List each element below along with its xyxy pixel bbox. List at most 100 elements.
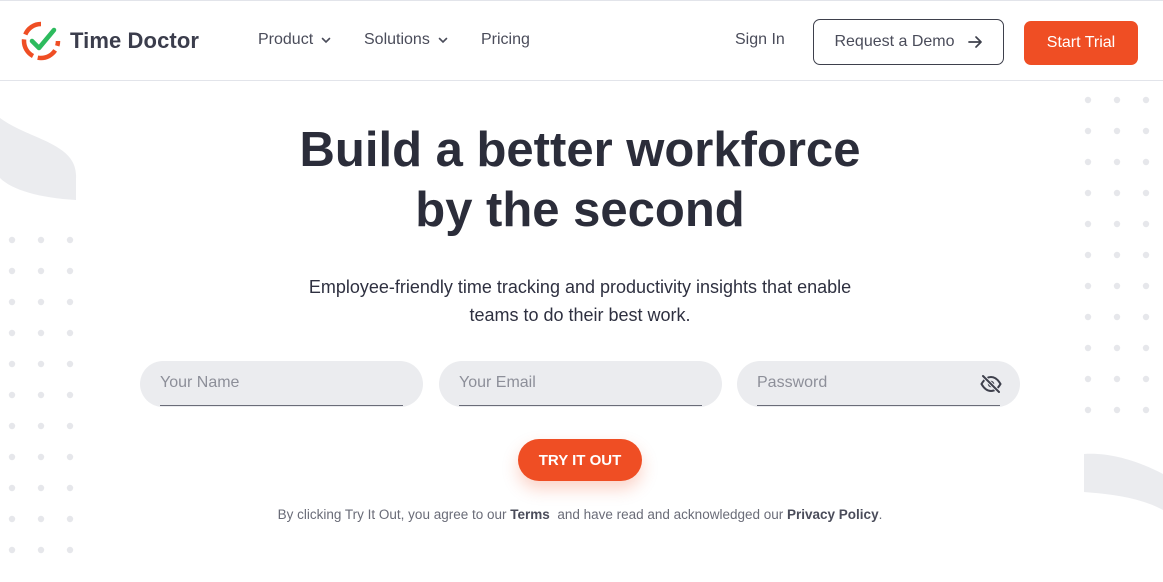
hero-title-line2: by the second bbox=[415, 183, 745, 237]
decorative-dot bbox=[1142, 251, 1150, 259]
decorative-dot bbox=[37, 515, 45, 523]
clock-check-icon bbox=[21, 21, 61, 61]
terms-link[interactable]: Terms bbox=[510, 507, 550, 522]
eye-slash-icon[interactable] bbox=[980, 374, 1002, 394]
privacy-policy-link[interactable]: Privacy Policy bbox=[787, 507, 879, 522]
decorative-dots-left bbox=[8, 236, 74, 554]
decorative-dot bbox=[1142, 375, 1150, 383]
decorative-dot bbox=[37, 484, 45, 492]
decorative-dot bbox=[8, 453, 16, 461]
decorative-dot bbox=[1113, 127, 1121, 135]
decorative-dot bbox=[66, 329, 74, 337]
try-it-out-button[interactable]: TRY IT OUT bbox=[518, 439, 642, 481]
decorative-dot bbox=[1084, 313, 1092, 321]
nav-product[interactable]: Product bbox=[258, 31, 331, 49]
chevron-down-icon bbox=[438, 37, 448, 44]
decorative-dot bbox=[1084, 158, 1092, 166]
decorative-dot bbox=[1084, 344, 1092, 352]
decorative-dot bbox=[66, 298, 74, 306]
decorative-dot bbox=[37, 360, 45, 368]
decorative-dot bbox=[66, 453, 74, 461]
password-input[interactable] bbox=[757, 361, 1000, 406]
decorative-dot bbox=[1142, 220, 1150, 228]
arrow-right-icon bbox=[967, 36, 982, 48]
decorative-dot bbox=[1142, 313, 1150, 321]
decorative-dot bbox=[1084, 96, 1092, 104]
decorative-dot bbox=[37, 391, 45, 399]
decorative-dot bbox=[1113, 282, 1121, 290]
decorative-dot bbox=[1084, 189, 1092, 197]
decorative-dot bbox=[1142, 158, 1150, 166]
brand-name: Time Doctor bbox=[70, 28, 200, 53]
legal-prefix: By clicking Try It Out, you agree to our bbox=[277, 507, 507, 522]
decorative-dot bbox=[1113, 313, 1121, 321]
decorative-dot bbox=[8, 515, 16, 523]
decorative-dot bbox=[1113, 96, 1121, 104]
hero-subtitle: Employee-friendly time tracking and prod… bbox=[280, 273, 880, 329]
decorative-arc-right bbox=[1084, 453, 1163, 510]
decorative-dot bbox=[1142, 127, 1150, 135]
decorative-dot bbox=[66, 267, 74, 275]
legal-middle: and have read and acknowledged our bbox=[557, 507, 784, 522]
hero-subtitle-line1: Employee-friendly time tracking and prod… bbox=[308, 277, 852, 297]
nav-solutions[interactable]: Solutions bbox=[364, 31, 448, 49]
decorative-dot bbox=[37, 546, 45, 554]
site-header: Time Doctor Product Solutions Pricing Si… bbox=[0, 0, 1163, 81]
decorative-dot bbox=[1142, 344, 1150, 352]
hero-subtitle-line2: teams to do their best work. bbox=[469, 305, 691, 325]
decorative-dot bbox=[1113, 406, 1121, 414]
chevron-down-icon bbox=[321, 37, 331, 44]
hero-title-line1: Build a better workforce bbox=[299, 123, 861, 177]
legal-notice: By clicking Try It Out, you agree to our… bbox=[180, 507, 980, 522]
logo[interactable]: Time Doctor bbox=[21, 21, 199, 61]
decorative-dot bbox=[1113, 220, 1121, 228]
hero-title: Build a better workforce by the second bbox=[230, 120, 930, 240]
decorative-dot bbox=[8, 546, 16, 554]
request-demo-label: Request a Demo bbox=[834, 33, 955, 50]
decorative-dot bbox=[1084, 127, 1092, 135]
email-field bbox=[439, 361, 722, 407]
nav-pricing[interactable]: Pricing bbox=[481, 31, 530, 49]
decorative-dot bbox=[66, 546, 74, 554]
decorative-dot bbox=[66, 515, 74, 523]
decorative-dot bbox=[37, 298, 45, 306]
decorative-dot bbox=[1113, 251, 1121, 259]
decorative-dot bbox=[1084, 406, 1092, 414]
legal-suffix: . bbox=[878, 507, 883, 522]
decorative-dot bbox=[37, 329, 45, 337]
decorative-dot bbox=[8, 298, 16, 306]
name-input[interactable] bbox=[160, 361, 403, 406]
decorative-dot bbox=[37, 453, 45, 461]
decorative-dot bbox=[8, 422, 16, 430]
decorative-dot bbox=[8, 484, 16, 492]
sign-in-link[interactable]: Sign In bbox=[735, 31, 785, 49]
nav-product-label: Product bbox=[258, 31, 314, 48]
email-input[interactable] bbox=[459, 361, 702, 406]
decorative-dot bbox=[66, 360, 74, 368]
decorative-dot bbox=[1113, 344, 1121, 352]
decorative-dot bbox=[1113, 375, 1121, 383]
decorative-dot bbox=[1084, 220, 1092, 228]
nav-solutions-label: Solutions bbox=[364, 31, 430, 48]
decorative-dot bbox=[66, 391, 74, 399]
decorative-dot bbox=[8, 267, 16, 275]
start-trial-button[interactable]: Start Trial bbox=[1024, 21, 1138, 65]
decorative-dot bbox=[8, 329, 16, 337]
decorative-dot bbox=[37, 236, 45, 244]
decorative-dot bbox=[1084, 282, 1092, 290]
name-field bbox=[140, 361, 423, 407]
decorative-dot bbox=[8, 391, 16, 399]
decorative-dot bbox=[8, 236, 16, 244]
decorative-dot bbox=[1084, 251, 1092, 259]
decorative-dot bbox=[1142, 406, 1150, 414]
decorative-dot bbox=[8, 360, 16, 368]
decorative-dot bbox=[66, 422, 74, 430]
decorative-dot bbox=[1142, 96, 1150, 104]
decorative-dot bbox=[1142, 282, 1150, 290]
decorative-dot bbox=[66, 236, 74, 244]
decorative-dot bbox=[1084, 375, 1092, 383]
password-field bbox=[737, 361, 1020, 407]
request-demo-button[interactable]: Request a Demo bbox=[813, 19, 1004, 65]
decorative-dot bbox=[37, 267, 45, 275]
decorative-arc-left bbox=[0, 118, 77, 200]
